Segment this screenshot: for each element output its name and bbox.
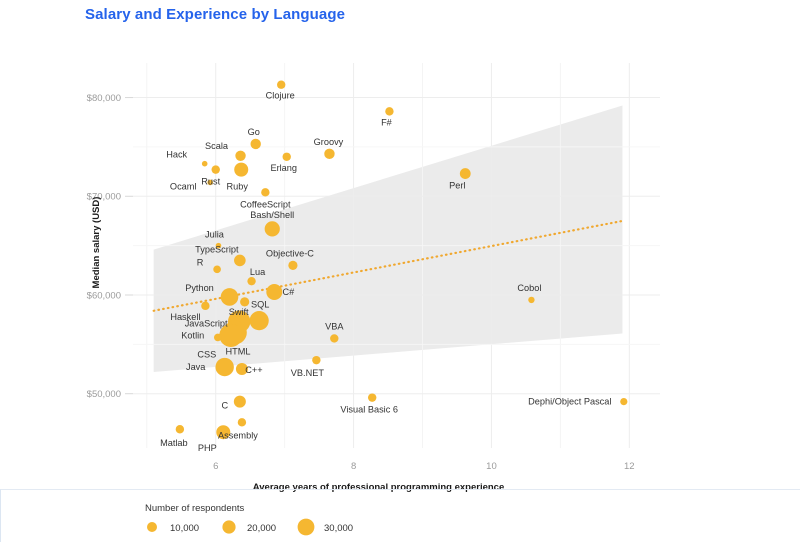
data-point-label: Scala — [205, 141, 229, 151]
y-axis-tick-label: $50,000 — [87, 389, 121, 400]
data-point-bubble[interactable] — [220, 288, 239, 306]
data-point-label: Matlab — [160, 438, 188, 448]
data-point-label: Bash/Shell — [250, 210, 294, 220]
data-point-bubble[interactable] — [288, 260, 298, 270]
data-point-bubble[interactable] — [215, 357, 234, 377]
data-point-label: Perl — [449, 181, 465, 191]
data-point-label: R — [197, 257, 204, 267]
data-point-label: Ocaml — [170, 181, 197, 191]
data-point-bubble[interactable] — [282, 152, 291, 161]
data-point-bubble[interactable] — [277, 80, 286, 89]
data-point-label: Cobol — [517, 283, 541, 293]
data-point-bubble[interactable] — [247, 276, 256, 286]
data-point-label: Clojure — [266, 91, 295, 101]
x-axis-tick-label: 6 — [213, 461, 218, 472]
data-point-bubble[interactable] — [201, 160, 208, 167]
legend-bubble-20000 — [222, 520, 236, 534]
legend-bubble-10000 — [147, 522, 157, 532]
data-point-bubble[interactable] — [235, 150, 246, 161]
data-point-bubble[interactable] — [330, 334, 339, 343]
legend-group: Number of respondents 10,000 20,000 30,000 — [145, 503, 353, 536]
data-point-label: C++ — [245, 365, 262, 375]
data-point-bubble[interactable] — [237, 418, 247, 427]
y-axis-tick-label: $80,000 — [87, 93, 121, 104]
data-point-bubble[interactable] — [367, 393, 377, 402]
data-point-label: C — [222, 401, 229, 411]
data-point-bubble[interactable] — [324, 148, 335, 160]
data-point-bubble[interactable] — [459, 168, 471, 179]
data-point-label: Julia — [205, 230, 225, 240]
data-point-label: Hack — [166, 150, 187, 160]
data-point-label: SQL — [251, 300, 269, 310]
legend-title: Number of respondents — [145, 503, 245, 514]
data-point-bubble[interactable] — [234, 162, 249, 177]
data-point-label: Assembly — [218, 430, 258, 440]
x-axis-tick-label: 12 — [624, 461, 635, 472]
data-point-label: Go — [248, 127, 260, 137]
legend-bubble-30000 — [297, 518, 315, 536]
data-point-label: HTML — [226, 347, 251, 357]
data-point-bubble[interactable] — [213, 265, 221, 274]
data-point-bubble[interactable] — [201, 301, 210, 311]
data-point-label: Visual Basic 6 — [340, 405, 398, 415]
data-point-bubble[interactable] — [250, 138, 261, 150]
data-point-label: Objective-C — [266, 248, 314, 258]
data-point-bubble[interactable] — [266, 284, 283, 301]
data-point-label: CoffeeScript — [240, 199, 291, 209]
legend-label-30000: 30,000 — [324, 523, 353, 534]
data-point-bubble[interactable] — [213, 333, 222, 342]
data-point-label: CSS — [197, 349, 216, 359]
x-axis-title: Average years of professional programmin… — [253, 482, 505, 493]
data-point-label: Python — [185, 283, 214, 293]
data-point-label: TypeScript — [195, 244, 239, 254]
data-point-bubble[interactable] — [264, 221, 280, 237]
data-point-label: F# — [381, 117, 393, 127]
data-point-bubble[interactable] — [233, 395, 246, 408]
data-point-label: Groovy — [314, 137, 344, 147]
data-point-label: Dephi/Object Pascal — [528, 397, 611, 407]
data-point-label: Ruby — [226, 182, 248, 192]
data-point-bubble[interactable] — [175, 425, 185, 434]
data-point-label: C# — [282, 287, 295, 297]
data-point-label: Swift — [229, 307, 249, 317]
left-margin-strip — [0, 0, 3, 542]
x-axis-tick-label: 8 — [351, 461, 356, 472]
data-point-label: PHP — [198, 443, 217, 453]
data-point-label: VBA — [325, 321, 344, 331]
data-point-label: Rust — [201, 177, 220, 187]
data-point-label: Lua — [250, 267, 266, 277]
data-point-bubble[interactable] — [261, 188, 270, 197]
chart-canvas: Salary and Experience by Language 6 8 10 12… — [0, 0, 800, 542]
legend-label-20000: 20,000 — [247, 523, 276, 534]
y-axis-tick-label: $60,000 — [87, 290, 121, 301]
data-point-label: Kotlin — [181, 330, 204, 340]
scatter-plot: 6 8 10 12$50,000$60,000$70,000$80,000 Cloju… — [87, 63, 660, 536]
data-point-label: VB.NET — [291, 368, 325, 378]
data-point-bubble[interactable] — [385, 107, 394, 116]
data-point-bubble[interactable] — [249, 311, 269, 331]
data-point-label: Erlang — [270, 163, 297, 173]
data-point-bubble[interactable] — [211, 165, 220, 174]
data-point-label: JavaScript — [185, 319, 228, 329]
data-point-bubble[interactable] — [234, 254, 246, 267]
x-axis-tick-label: 10 — [486, 461, 497, 472]
y-axis-title: Median salary (USD) — [91, 197, 102, 289]
data-point-bubble[interactable] — [240, 297, 250, 307]
legend-label-10000: 10,000 — [170, 523, 199, 534]
data-point-bubble[interactable] — [528, 296, 535, 304]
data-point-bubble[interactable] — [620, 398, 628, 406]
data-point-label: Java — [186, 362, 206, 372]
data-point-bubble[interactable] — [312, 355, 321, 365]
